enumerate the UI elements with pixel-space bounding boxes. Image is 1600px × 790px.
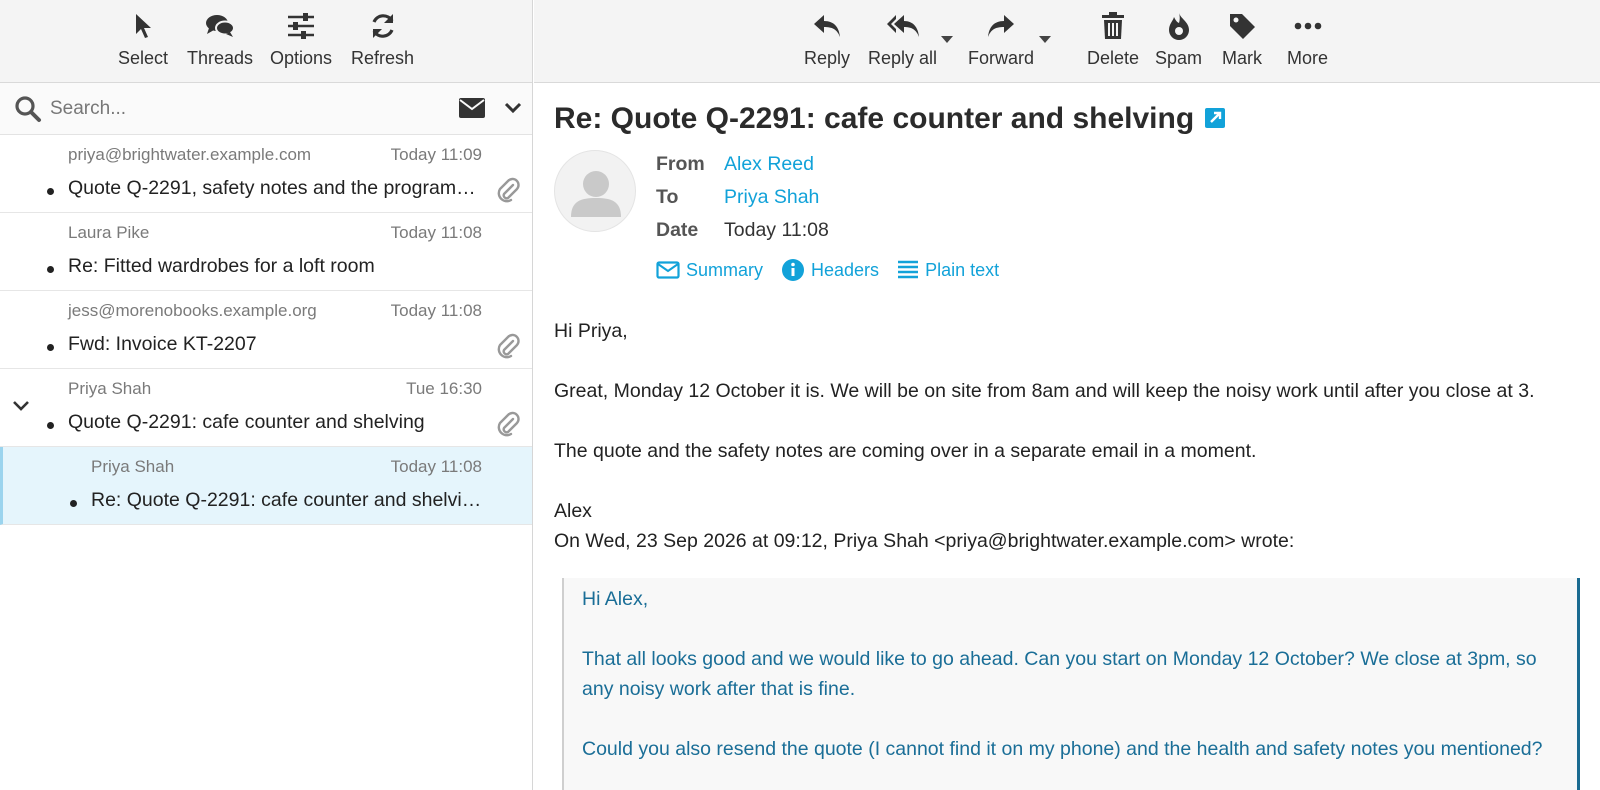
search-input[interactable] [50,93,430,125]
summary-link[interactable]: Summary [656,258,763,282]
message-list-pane: Select Threads Options Refresh Search...… [0,0,533,790]
message-body: Hi Priya, Great, Monday 12 October it is… [554,320,1535,552]
quoted-message: Hi Alex, That all looks good and we woul… [562,578,1580,790]
fire-icon [1167,10,1191,42]
unread-dot [47,188,54,195]
unread-dot [47,422,54,429]
chat-bubbles-icon [204,10,236,42]
to-link[interactable]: Priya Shah [724,186,819,208]
list-item[interactable]: jess@morenobooks.example.org Today 11:08… [0,291,532,369]
refresh-icon [369,10,397,42]
sliders-icon [286,10,316,42]
tag-icon [1228,10,1256,42]
from-link[interactable]: Alex Reed [724,153,814,175]
list-item[interactable]: Laura Pike Today 11:08 Re: Fitted wardro… [0,213,532,291]
chevron-down-icon[interactable] [504,101,522,119]
plain-text-link[interactable]: Plain text [897,258,999,282]
sender-avatar [554,150,636,232]
forward-button[interactable]: Forward [968,10,1034,69]
list-toolbar: Select Threads Options Refresh [0,0,532,83]
list-item[interactable]: Priya Shah Tue 16:30 Quote Q-2291: cafe … [0,369,532,447]
message-toolbar: Reply Reply all Forward Delete Spam Mark… [534,0,1600,83]
header-from: From Alex Reed [656,153,814,175]
headers-link[interactable]: Headers [781,258,879,282]
forward-dropdown-icon[interactable] [1039,36,1051,43]
envelope-icon[interactable] [458,97,486,124]
ellipsis-icon [1294,10,1322,42]
unread-dot [47,344,54,351]
header-links: Summary Headers Plain text [656,258,999,282]
header-date: Date Today 11:08 [656,219,829,241]
trash-icon [1101,10,1125,42]
select-button[interactable]: Select [118,10,168,69]
list-item-selected[interactable]: Priya Shah Today 11:08 Re: Quote Q-2291:… [0,447,532,525]
open-external-icon[interactable] [1204,103,1226,137]
message-list: priya@brightwater.example.com Today 11:0… [0,135,532,525]
delete-button[interactable]: Delete [1087,10,1139,69]
info-icon [782,259,805,281]
options-button[interactable]: Options [270,10,332,69]
search-bar [0,83,532,135]
reply-icon [812,10,842,42]
text-lines-icon [898,260,919,279]
thread-collapse-icon[interactable] [12,399,30,417]
forward-icon [986,10,1016,42]
refresh-button[interactable]: Refresh [351,10,414,69]
paperclip-icon [496,411,520,442]
spam-button[interactable]: Spam [1155,10,1202,69]
mark-button[interactable]: Mark [1222,10,1262,69]
reply-button[interactable]: Reply [804,10,850,69]
list-item[interactable]: priya@brightwater.example.com Today 11:0… [0,135,532,213]
paperclip-icon [496,177,520,208]
envelope-outline-icon [656,261,680,279]
unread-dot [70,500,77,507]
more-button[interactable]: More [1287,10,1328,69]
cursor-icon [132,10,154,42]
message-view-pane: Reply Reply all Forward Delete Spam Mark… [534,0,1600,790]
threads-button[interactable]: Threads [187,10,253,69]
reply-all-dropdown-icon[interactable] [941,36,953,43]
header-to: To Priya Shah [656,186,820,208]
search-icon [14,95,42,128]
message-subject: Re: Quote Q-2291: cafe counter and shelv… [554,102,1226,137]
reply-all-button[interactable]: Reply all [868,10,937,69]
paperclip-icon [496,333,520,364]
reply-all-icon [886,10,920,42]
unread-dot [47,266,54,273]
